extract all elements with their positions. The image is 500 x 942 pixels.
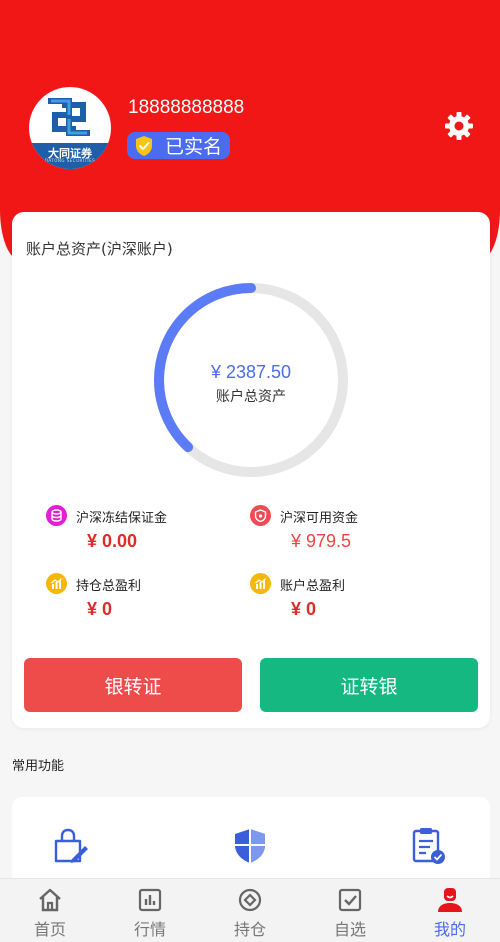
tab-mine[interactable]: 我的 [400, 879, 500, 942]
shield-icon[interactable] [232, 827, 268, 865]
tab-label: 持仓 [233, 920, 266, 939]
database-icon [46, 505, 67, 526]
tab-label: 自选 [333, 920, 366, 939]
stat-value: ¥ 979.5 [291, 531, 352, 551]
chart-icon [138, 888, 162, 912]
stat-label: 沪深可用资金 [280, 511, 359, 526]
stat-label: 沪深冻结保证金 [76, 511, 168, 526]
bag-edit-icon[interactable] [52, 827, 88, 865]
tab-label: 我的 [433, 920, 466, 939]
avatar[interactable]: 大同证券 DATONG SECURITIES [29, 87, 111, 169]
settings-gear-icon[interactable] [444, 111, 474, 141]
wallet-shield-icon [250, 505, 271, 526]
total-asset-amount: ¥ 2387.50 [210, 362, 292, 382]
home-icon [39, 888, 61, 912]
brand-subtitle: DATONG SECURITIES [44, 158, 96, 163]
account-card: 账户总资产(沪深账户) ¥ 2387.50 账户总资产 沪深冻结保证金 ¥ 0.… [12, 212, 490, 728]
functions-title: 常用功能 [12, 759, 65, 774]
tab-positions[interactable]: 持仓 [200, 879, 300, 942]
profit-chart-icon [46, 573, 67, 594]
total-asset-label: 账户总资产 [216, 389, 286, 405]
profit-chart-icon [250, 573, 271, 594]
stat-value: ¥ 0 [87, 599, 113, 619]
stat-value: ¥ 0.00 [87, 531, 138, 551]
tab-label: 行情 [133, 920, 166, 939]
stat-value: ¥ 0 [291, 599, 317, 619]
tab-home[interactable]: 首页 [0, 879, 100, 942]
tab-market[interactable]: 行情 [100, 879, 200, 942]
target-icon [238, 888, 262, 912]
bottom-tab-bar: 首页 行情 持仓 自选 我的 [0, 878, 500, 942]
verified-shield-icon [136, 135, 152, 156]
bank-to-securities-button[interactable]: 银转证 [24, 658, 242, 712]
clipboard-check-icon[interactable] [410, 827, 446, 865]
user-icon [438, 888, 462, 912]
stat-label: 账户总盈利 [280, 579, 346, 594]
tab-watchlist[interactable]: 自选 [300, 879, 400, 942]
securities-to-bank-button[interactable]: 证转银 [260, 658, 478, 712]
verified-badge: 已实名 [127, 132, 230, 159]
tab-label: 首页 [33, 920, 66, 939]
functions-card [12, 797, 490, 887]
account-title: 账户总资产(沪深账户) [26, 240, 173, 258]
brand-logo-icon [48, 98, 90, 136]
user-phone: 18888888888 [128, 97, 245, 118]
checkbox-icon [338, 888, 362, 912]
verified-label: 已实名 [165, 136, 223, 158]
stat-label: 持仓总盈利 [76, 579, 142, 594]
